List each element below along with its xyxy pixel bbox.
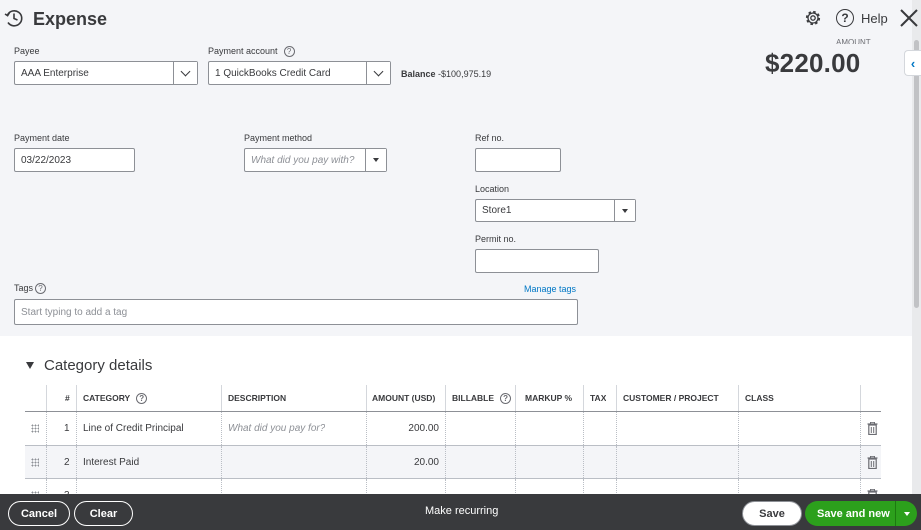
payment-method-label: Payment method (244, 133, 313, 143)
scrollbar-thumb[interactable] (914, 40, 919, 308)
help-circle-icon[interactable]: ? (283, 46, 295, 58)
chevron-down-icon (180, 66, 191, 76)
payment-date-label: Payment date (14, 133, 70, 143)
balance-display: Balance -$100,975.19 (401, 69, 491, 79)
drag-handle-icon[interactable] (31, 458, 39, 467)
history-icon[interactable] (3, 7, 25, 29)
col-markup: MARKUP % (525, 393, 573, 403)
payment-date-value: 03/22/2023 (21, 154, 72, 166)
col-description: DESCRIPTION (228, 393, 287, 403)
col-num: # (65, 393, 70, 403)
col-class: CLASS (745, 393, 774, 403)
location-value: Store1 (482, 205, 512, 216)
total-amount: $220.00 (765, 48, 861, 78)
ref-no-field[interactable] (475, 148, 561, 172)
tags-placeholder: Start typing to add a tag (21, 306, 128, 318)
payment-method-dropdown[interactable] (365, 149, 386, 171)
caret-down-icon (373, 158, 379, 162)
payment-date-field[interactable]: 03/22/2023 (14, 148, 135, 172)
balance-label: Balance (401, 69, 436, 79)
help-circle-icon[interactable]: ? (500, 392, 512, 404)
chevron-down-icon (373, 66, 384, 76)
caret-down-icon (903, 511, 910, 516)
trash-icon[interactable] (867, 422, 878, 435)
manage-tags-link[interactable]: Manage tags (524, 284, 576, 294)
make-recurring-link[interactable]: Make recurring (425, 505, 498, 517)
payment-method-select[interactable]: What did you pay with? (244, 148, 387, 172)
location-dropdown[interactable] (614, 200, 635, 221)
table-row[interactable]: 2 Interest Paid 20.00 (25, 446, 881, 479)
close-icon[interactable] (899, 7, 919, 29)
help-circle-icon[interactable]: ? (136, 392, 148, 404)
collapse-caret-icon[interactable] (26, 362, 34, 369)
category-details-title[interactable]: Category details (44, 357, 152, 374)
help-icon[interactable]: ? (836, 9, 854, 27)
table-row[interactable]: 1 Line of Credit Principal What did you … (25, 412, 881, 446)
row-amount[interactable]: 20.00 (366, 446, 439, 478)
side-panel-toggle[interactable]: ‹ (904, 50, 921, 76)
table-header: # CATEGORY? DESCRIPTION AMOUNT (USD) BIL… (25, 385, 881, 412)
help-link[interactable]: Help (861, 11, 888, 26)
permit-no-label: Permit no. (475, 234, 517, 244)
col-amount: AMOUNT (USD) (372, 393, 436, 403)
save-and-new-label: Save and new (817, 507, 890, 520)
col-category: CATEGORY? (83, 385, 148, 411)
clear-button[interactable]: Clear (74, 501, 133, 526)
col-customer-project: CUSTOMER / PROJECT (623, 393, 719, 403)
col-tax: TAX (590, 393, 607, 403)
payment-method-placeholder: What did you pay with? (251, 154, 355, 166)
payee-dropdown[interactable] (173, 62, 197, 84)
gear-icon[interactable] (803, 8, 823, 28)
tags-input[interactable]: Start typing to add a tag (14, 299, 578, 325)
page-title: Expense (33, 9, 108, 29)
tags-label: Tags? (14, 283, 47, 295)
amount-label: AMOUNT (836, 39, 871, 44)
payee-label: Payee (14, 46, 40, 56)
payment-account-label: Payment account? (208, 46, 295, 58)
payee-select[interactable]: AAA Enterprise (14, 61, 198, 85)
row-number: 2 (64, 456, 70, 468)
row-amount[interactable]: 200.00 (366, 412, 439, 445)
row-description-placeholder[interactable]: What did you pay for? (228, 412, 325, 445)
col-billable: BILLABLE? (452, 385, 512, 411)
location-select[interactable]: Store1 (475, 199, 636, 222)
payee-value: AAA Enterprise (21, 67, 89, 79)
ref-no-label: Ref no. (475, 133, 505, 143)
save-button[interactable]: Save (742, 501, 802, 526)
payment-account-select[interactable]: 1 QuickBooks Credit Card (208, 61, 391, 85)
chevron-left-icon: ‹ (910, 55, 916, 71)
balance-value: -$100,975.19 (438, 69, 492, 79)
payment-account-value: 1 QuickBooks Credit Card (215, 67, 331, 79)
row-category[interactable]: Interest Paid (83, 446, 139, 478)
row-number: 1 (64, 423, 70, 434)
help-circle-icon[interactable]: ? (35, 283, 47, 295)
location-label: Location (475, 184, 510, 194)
permit-no-field[interactable] (475, 249, 599, 273)
save-options-dropdown[interactable] (895, 501, 917, 526)
caret-down-icon (622, 208, 628, 213)
drag-handle-icon[interactable] (31, 424, 39, 433)
trash-icon[interactable] (867, 456, 878, 469)
row-category[interactable]: Line of Credit Principal (83, 412, 184, 445)
footer-bar: Cancel Clear Make recurring Save Save an… (0, 494, 921, 530)
cancel-button[interactable]: Cancel (8, 501, 70, 526)
payment-account-dropdown[interactable] (366, 62, 390, 84)
